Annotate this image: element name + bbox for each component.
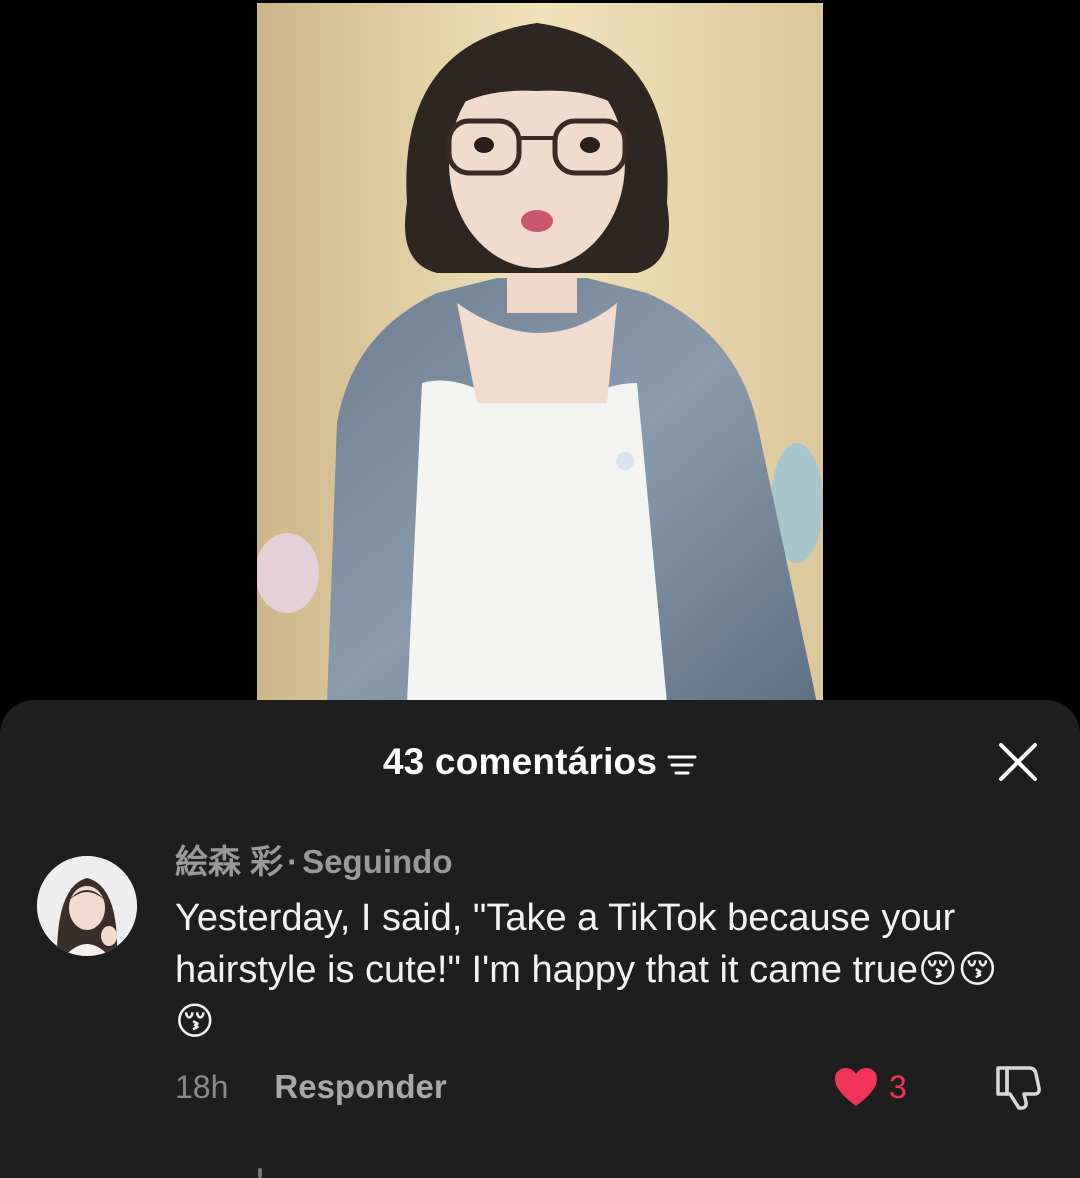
comments-sheet: 43 comentários 絵森 彩 · Seguindo Yesterday… <box>0 700 1080 1178</box>
video-player[interactable] <box>257 3 823 708</box>
comment-author-line: 絵森 彩 · Seguindo <box>175 840 1015 884</box>
like-count: 3 <box>889 1068 907 1105</box>
comment-body: 絵森 彩 · Seguindo Yesterday, I said, "Take a… <box>175 840 1015 1048</box>
close-icon[interactable] <box>996 740 1040 784</box>
comments-header: 43 comentários <box>0 736 1080 788</box>
comment-author-name[interactable]: 絵森 彩 <box>175 843 283 880</box>
sort-lines-icon[interactable] <box>667 753 697 777</box>
like-button[interactable]: 3 <box>833 1062 907 1112</box>
avatar-image <box>37 856 137 956</box>
tiktok-comments-screen: 43 comentários 絵森 彩 · Seguindo Yesterday… <box>0 0 1080 1178</box>
following-label: Seguindo <box>302 843 453 880</box>
heart-icon <box>835 1068 877 1106</box>
dislike-icon[interactable] <box>993 1062 1043 1112</box>
comment-text: Yesterday, I said, "Take a TikTok becaus… <box>175 897 998 1043</box>
reply-button[interactable]: Responder <box>274 1068 446 1106</box>
avatar[interactable] <box>37 856 137 956</box>
comment-actions: 18h Responder 3 <box>175 1062 1055 1112</box>
video-frame-illustration <box>257 3 823 708</box>
author-separator: · <box>287 843 299 880</box>
comments-count-title: 43 comentários <box>382 741 658 782</box>
comment-timestamp: 18h <box>175 1068 229 1105</box>
next-comment-hint <box>258 1168 262 1178</box>
